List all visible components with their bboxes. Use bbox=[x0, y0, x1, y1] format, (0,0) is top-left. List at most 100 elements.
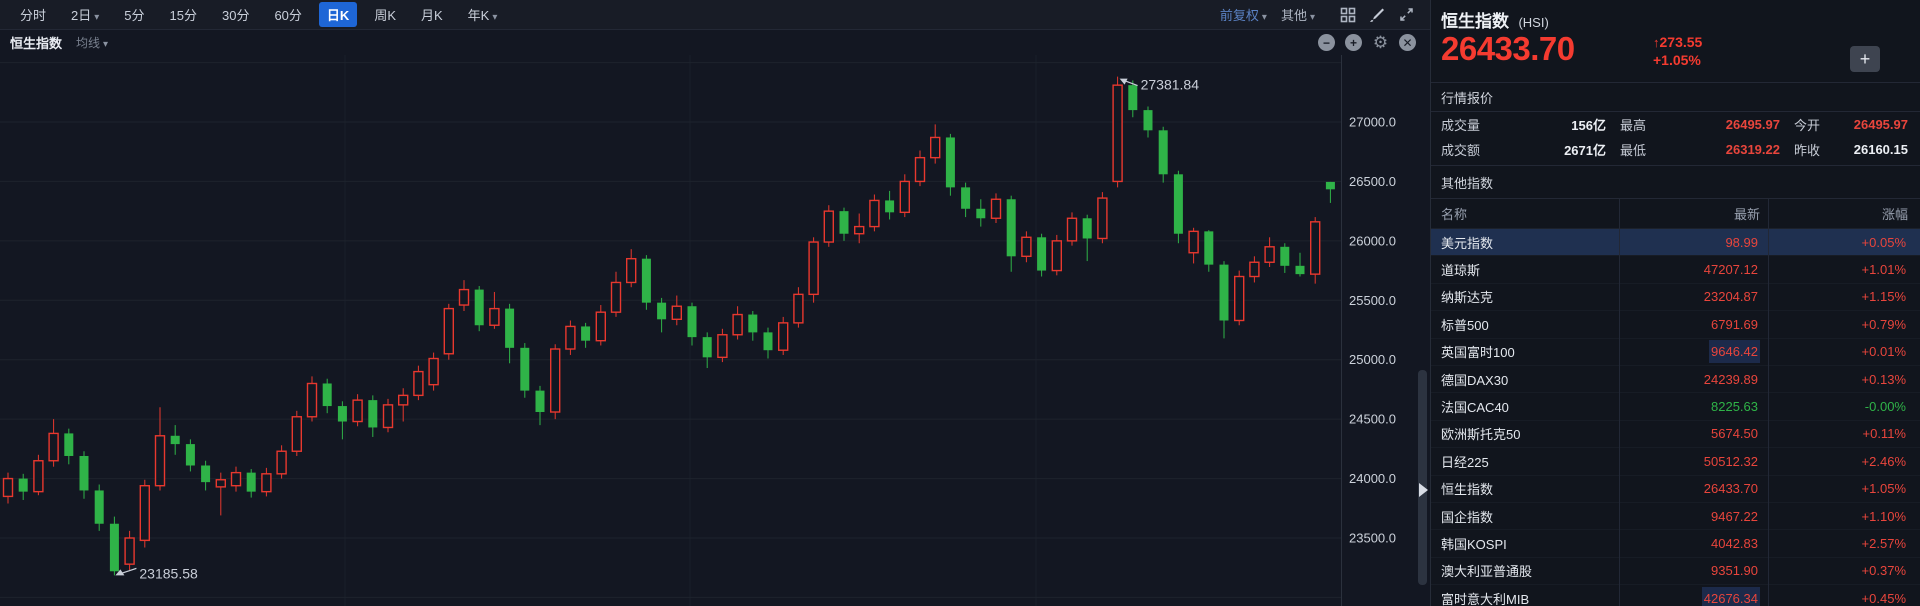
high-annotation: 27381.84 bbox=[1141, 77, 1200, 93]
index-name: 美元指数 bbox=[1441, 233, 1610, 252]
index-change: +1.05% bbox=[1860, 477, 1908, 500]
chart-header: 恒生指数 均线▾ − + ⚙ ✕ bbox=[0, 30, 1430, 55]
index-row-日经225[interactable]: 日经225 50512.32 +2.46% bbox=[1431, 448, 1920, 475]
period-2日[interactable]: 2日▾ bbox=[63, 2, 107, 27]
quote-label: 成交额 bbox=[1441, 140, 1496, 159]
index-row-韩国KOSPI[interactable]: 韩国KOSPI4042.83+2.57% bbox=[1431, 530, 1920, 557]
panel-title: 恒生指数 (HSI) bbox=[1431, 0, 1920, 30]
period-5分[interactable]: 5分 bbox=[116, 2, 152, 27]
quote-value: 26160.15 bbox=[1836, 142, 1908, 157]
index-last: 42676.34 bbox=[1702, 587, 1760, 606]
quote-label: 最低 bbox=[1620, 140, 1662, 159]
period-日K[interactable]: 日K bbox=[319, 2, 357, 27]
y-axis-label: 26500.0 bbox=[1349, 174, 1396, 189]
y-axis-label: 24500.0 bbox=[1349, 412, 1396, 427]
other-dropdown[interactable]: 其他▾ bbox=[1281, 5, 1315, 24]
index-name: 国企指数 bbox=[1441, 507, 1610, 526]
index-row-道琼斯[interactable]: 道琼斯47207.12+1.01% bbox=[1431, 256, 1920, 283]
index-row-恒生指数[interactable]: 恒生指数26433.70+1.05% bbox=[1431, 476, 1920, 503]
quote-panel: 恒生指数 (HSI) 26433.70 ↑273.55 +1.05% + 行情报… bbox=[1430, 0, 1920, 606]
index-name: 道琼斯 bbox=[1441, 260, 1610, 279]
index-row-法国CAC40[interactable]: 法国CAC40 8225.63 -0.00% bbox=[1431, 393, 1920, 420]
quote-value: 156亿 bbox=[1496, 115, 1606, 134]
price-block: 26433.70 ↑273.55 +1.05% + bbox=[1431, 30, 1920, 82]
col-change: 涨幅 bbox=[1760, 204, 1908, 223]
quote-label: 最高 bbox=[1620, 115, 1662, 134]
index-change: -0.00% bbox=[1863, 395, 1908, 418]
adjust-mode-dropdown[interactable]: 前复权▾ bbox=[1220, 5, 1267, 24]
index-row-纳斯达克[interactable]: 纳斯达克23204.87+1.15% bbox=[1431, 284, 1920, 311]
close-icon[interactable]: ✕ bbox=[1399, 34, 1416, 51]
index-name: 富时意大利MIB bbox=[1441, 589, 1610, 606]
column-divider bbox=[1768, 199, 1769, 606]
period-周K[interactable]: 周K bbox=[366, 2, 404, 27]
period-15分[interactable]: 15分 bbox=[162, 2, 205, 27]
chart-symbol-title: 恒生指数 bbox=[10, 33, 62, 52]
quote-row: 成交额2671亿最低26319.22昨收26160.15 bbox=[1431, 137, 1920, 162]
period-月K[interactable]: 月K bbox=[413, 2, 451, 27]
index-change: +0.45% bbox=[1860, 587, 1908, 606]
index-name: 澳大利亚普通股 bbox=[1441, 561, 1610, 580]
y-axis-label: 23500.0 bbox=[1349, 530, 1396, 545]
index-row-标普500[interactable]: 标普5006791.69+0.79% bbox=[1431, 311, 1920, 338]
index-name: 法国CAC40 bbox=[1441, 397, 1610, 416]
candlestick-chart[interactable]: 27000.026500.026000.025500.025000.024500… bbox=[0, 55, 1430, 606]
quote-label: 成交量 bbox=[1441, 115, 1496, 134]
index-name: 德国DAX30 bbox=[1441, 370, 1610, 389]
index-row-欧洲斯托克50[interactable]: 欧洲斯托克505674.50+0.11% bbox=[1431, 421, 1920, 448]
chevron-down-icon: ▾ bbox=[103, 39, 108, 50]
index-last: 9646.42 bbox=[1709, 340, 1760, 363]
index-row-英国富时100[interactable]: 英国富时100 9646.42 +0.01% bbox=[1431, 339, 1920, 366]
layout-grid-icon[interactable] bbox=[1338, 5, 1358, 25]
period-年K[interactable]: 年K▾ bbox=[460, 2, 506, 27]
quote-value: 26495.97 bbox=[1836, 117, 1908, 132]
index-name: 日经225 bbox=[1441, 452, 1610, 471]
add-to-watchlist-button[interactable]: + bbox=[1850, 46, 1880, 72]
index-change: +0.79% bbox=[1860, 313, 1908, 336]
price-change-percent: +1.05% bbox=[1653, 52, 1702, 68]
index-row-德国DAX30[interactable]: 德国DAX3024239.89+0.13% bbox=[1431, 366, 1920, 393]
ma-line-dropdown[interactable]: 均线▾ bbox=[76, 34, 108, 51]
index-name: 韩国KOSPI bbox=[1441, 534, 1610, 553]
index-change: +0.01% bbox=[1860, 340, 1908, 363]
quote-label: 昨收 bbox=[1794, 140, 1836, 159]
settings-gear-icon[interactable]: ⚙ bbox=[1372, 34, 1389, 51]
index-name: 恒生指数 bbox=[1441, 479, 1610, 498]
index-name: 英国富时100 bbox=[1441, 342, 1610, 361]
column-divider bbox=[1619, 199, 1620, 606]
index-change: +0.37% bbox=[1860, 559, 1908, 582]
chart-scrollbar[interactable] bbox=[1418, 370, 1427, 585]
index-row-国企指数[interactable]: 国企指数9467.22+1.10% bbox=[1431, 503, 1920, 530]
period-buttons: 分时 2日▾ 5分 15分 30分 60分日K 周K 月K 年K▾ bbox=[12, 2, 514, 27]
zoom-in-icon[interactable]: + bbox=[1345, 34, 1362, 51]
fullscreen-icon[interactable] bbox=[1396, 5, 1416, 25]
zoom-out-icon[interactable]: − bbox=[1318, 34, 1335, 51]
draw-brush-icon[interactable] bbox=[1367, 5, 1387, 25]
quote-grid: 成交量156亿最高26495.97今开26495.97成交额2671亿最低263… bbox=[1431, 112, 1920, 162]
index-last: 50512.32 bbox=[1702, 450, 1760, 473]
index-name: 标普500 bbox=[1441, 315, 1610, 334]
indices-section-header: 其他指数 bbox=[1431, 166, 1920, 198]
index-last: 8225.63 bbox=[1709, 395, 1760, 418]
table-header-row: 名称 最新 涨幅 bbox=[1431, 199, 1920, 229]
col-name: 名称 bbox=[1441, 204, 1610, 223]
index-change: +0.05% bbox=[1860, 231, 1908, 254]
index-row-富时意大利MIB[interactable]: 富时意大利MIB 42676.34 +0.45% bbox=[1431, 585, 1920, 606]
index-last: 23204.87 bbox=[1702, 285, 1760, 308]
index-change: +1.10% bbox=[1860, 505, 1908, 528]
period-30分[interactable]: 30分 bbox=[214, 2, 257, 27]
indices-table: 名称 最新 涨幅 美元指数98.99+0.05%道琼斯47207.12+1.01… bbox=[1431, 199, 1920, 606]
current-index-marker-icon[interactable] bbox=[1419, 483, 1428, 497]
change-block: ↑273.55 +1.05% bbox=[1653, 34, 1702, 68]
quote-section-header: 行情报价 bbox=[1431, 83, 1920, 111]
price-change: ↑273.55 bbox=[1653, 34, 1702, 50]
index-change: +1.01% bbox=[1860, 258, 1908, 281]
index-change: +2.46% bbox=[1860, 450, 1908, 473]
index-row-澳大利亚普通股[interactable]: 澳大利亚普通股9351.90+0.37% bbox=[1431, 558, 1920, 585]
period-分时[interactable]: 分时 bbox=[12, 2, 54, 27]
period-60分[interactable]: 60分 bbox=[266, 2, 309, 27]
quote-value: 2671亿 bbox=[1496, 140, 1606, 159]
index-row-美元指数[interactable]: 美元指数98.99+0.05% bbox=[1431, 229, 1920, 256]
y-axis-label: 26000.0 bbox=[1349, 233, 1396, 248]
period-toolbar: 分时 2日▾ 5分 15分 30分 60分日K 周K 月K 年K▾ 前复权▾ 其他▾ bbox=[0, 0, 1430, 30]
